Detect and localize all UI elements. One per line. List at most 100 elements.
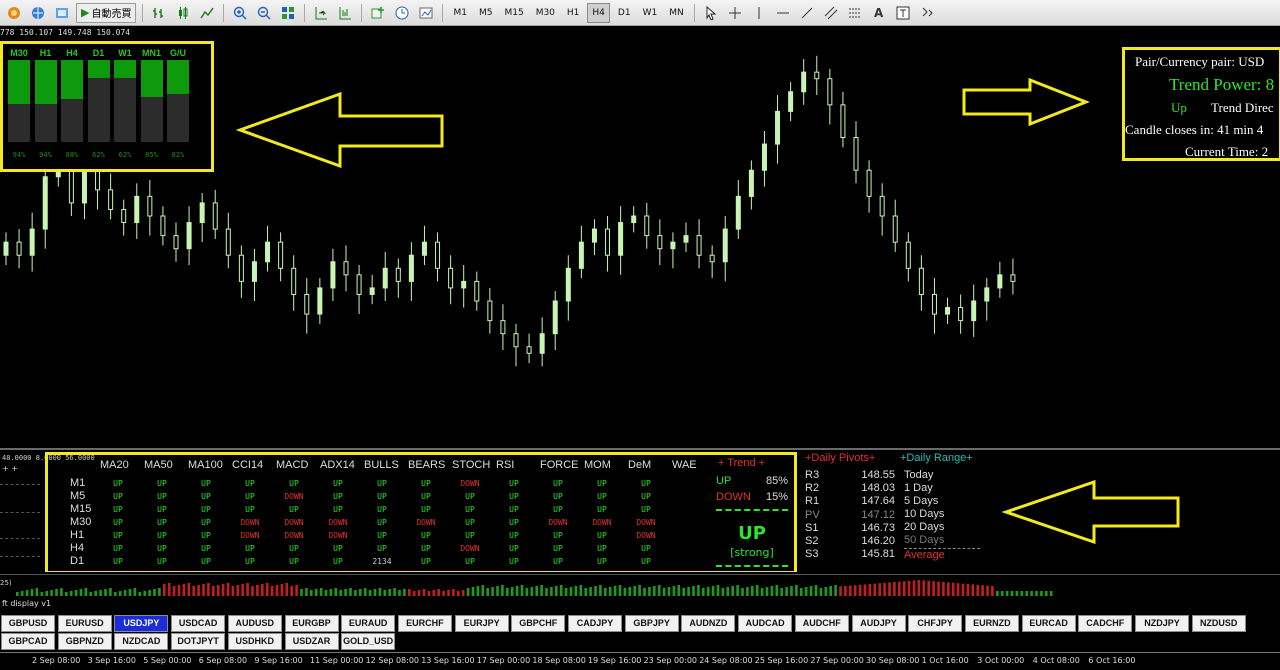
- histogram-bar: [790, 586, 793, 596]
- arrows-icon[interactable]: [917, 3, 937, 23]
- level-line: [0, 556, 40, 557]
- crosshair-icon[interactable]: [725, 3, 745, 23]
- strength-fill: [34, 60, 57, 104]
- histogram-bar: [383, 590, 387, 596]
- channel-icon[interactable]: [821, 3, 841, 23]
- text-icon[interactable]: A: [869, 3, 889, 23]
- histogram-bar: [403, 589, 406, 596]
- bar-chart-icon[interactable]: [149, 3, 169, 23]
- pair-button-eurcad[interactable]: EURCAD: [1021, 615, 1076, 632]
- pair-button-audjpy[interactable]: AUDJPY: [851, 615, 906, 632]
- zoom-out-icon[interactable]: [254, 3, 274, 23]
- terminal-icon[interactable]: [52, 3, 72, 23]
- pair-button-cadjpy[interactable]: CADJPY: [568, 615, 622, 632]
- histogram-bar: [207, 583, 210, 596]
- timeframe-d1[interactable]: D1: [614, 3, 635, 23]
- column-header: CCI14: [232, 459, 264, 471]
- histogram-bar: [937, 581, 940, 596]
- pair-button-nzdusd[interactable]: NZDUSD: [1191, 615, 1246, 632]
- signal-cell: UP: [465, 518, 475, 527]
- pair-button-nzdcad[interactable]: NZDCAD: [114, 633, 169, 650]
- timeframe-m5[interactable]: M5: [475, 3, 497, 23]
- text-label-icon[interactable]: [893, 3, 913, 23]
- pair-button-audchf[interactable]: AUDCHF: [794, 615, 849, 632]
- pair-button-gbpjpy[interactable]: GBPJPY: [624, 615, 679, 632]
- templates-icon[interactable]: [416, 3, 436, 23]
- pair-button-nzdjpy[interactable]: NZDJPY: [1135, 615, 1189, 632]
- histogram-bar: [844, 586, 847, 596]
- pair-button-usdcad[interactable]: USDCAD: [171, 615, 226, 632]
- pivot-value: 145.81: [861, 548, 895, 561]
- pair-button-eurusd[interactable]: EURUSD: [57, 615, 112, 632]
- pivot-row: S1 146.73: [805, 522, 895, 535]
- pair-button-eurgbp[interactable]: EURGBP: [284, 615, 339, 632]
- timeframe-h4[interactable]: H4: [587, 2, 610, 23]
- pair-button-euraud[interactable]: EURAUD: [341, 615, 396, 632]
- signal-cell: UP: [509, 479, 519, 488]
- pair-button-audnzd[interactable]: AUDNZD: [681, 615, 736, 632]
- pair-button-cadchf[interactable]: CADCHF: [1078, 615, 1133, 632]
- histogram-bar: [363, 588, 367, 596]
- histogram-bar: [824, 587, 828, 596]
- pair-button-eurnzd[interactable]: EURNZD: [964, 615, 1019, 632]
- timeframe-m30[interactable]: M30: [532, 3, 559, 23]
- timeframe-mn[interactable]: MN: [665, 3, 688, 23]
- pair-button-gbpusd[interactable]: GBPUSD: [1, 615, 55, 632]
- signal-cell: UP: [597, 505, 607, 514]
- histogram-bar: [20, 591, 24, 596]
- horizontal-line-icon[interactable]: [773, 3, 793, 23]
- pair-button-usdjpy[interactable]: USDJPY: [114, 615, 169, 632]
- line-chart-icon[interactable]: [197, 3, 217, 23]
- histogram-bar: [942, 582, 945, 596]
- signal-cell: UP: [509, 518, 519, 527]
- timeframe-m1[interactable]: M1: [449, 3, 471, 23]
- autoscroll-icon[interactable]: [335, 3, 355, 23]
- chart-shift-icon[interactable]: [311, 3, 331, 23]
- pair-button-audcad[interactable]: AUDCAD: [738, 615, 793, 632]
- pair-button-gbpchf[interactable]: GBPCHF: [511, 615, 566, 632]
- timeframe-h1[interactable]: H1: [563, 3, 584, 23]
- fibonacci-icon[interactable]: [845, 3, 865, 23]
- signal-cell: DOWN: [548, 518, 568, 527]
- histogram-bar: [300, 589, 303, 596]
- pair-button-dotjpyt[interactable]: DOTJPYT: [171, 633, 226, 650]
- histogram-bar: [711, 586, 715, 596]
- vertical-line-icon[interactable]: [749, 3, 769, 23]
- timeframe-m15[interactable]: M15: [500, 3, 527, 23]
- tile-windows-icon[interactable]: [278, 3, 298, 23]
- range-heading: +Daily Range+: [900, 452, 973, 464]
- histogram-bar: [192, 586, 195, 596]
- signal-cell: UP: [289, 544, 299, 553]
- timeframe-w1[interactable]: W1: [639, 3, 662, 23]
- pair-button-usdzar[interactable]: USDZAR: [284, 633, 339, 650]
- candle-body: [958, 307, 964, 322]
- column-header: ADX14: [320, 459, 355, 471]
- pair-button-gold_usd[interactable]: GOLD_USD: [341, 633, 396, 650]
- new-chart-icon[interactable]: [4, 3, 24, 23]
- candle-body: [500, 320, 506, 335]
- periods-icon[interactable]: [392, 3, 412, 23]
- navigator-icon[interactable]: [28, 3, 48, 23]
- histogram-bar: [94, 591, 97, 596]
- histogram-bar: [427, 591, 431, 596]
- pair-button-eurjpy[interactable]: EURJPY: [454, 615, 509, 632]
- histogram-bar: [476, 586, 480, 596]
- signal-cell: 2134: [372, 557, 392, 566]
- cursor-icon[interactable]: [701, 3, 721, 23]
- pair-button-eurchf[interactable]: EURCHF: [397, 615, 452, 632]
- pair-button-chfjpy[interactable]: CHFJPY: [908, 615, 963, 632]
- auto-trading-button[interactable]: ▶ 自動売買: [76, 2, 137, 23]
- time-tick-label: 30 Sep 08:00: [866, 656, 920, 665]
- pair-button-usdhkd[interactable]: USDHKD: [227, 633, 282, 650]
- histogram-bar: [40, 592, 44, 596]
- zoom-in-icon[interactable]: [230, 3, 250, 23]
- pair-button-gbpnzd[interactable]: GBPNZD: [57, 633, 112, 650]
- pair-button-gbpcad[interactable]: GBPCAD: [1, 633, 55, 650]
- indicators-icon[interactable]: [368, 3, 388, 23]
- candle-body: [984, 287, 990, 302]
- trendline-icon[interactable]: [797, 3, 817, 23]
- candlestick-icon[interactable]: [173, 3, 193, 23]
- signal-cell: UP: [113, 505, 123, 514]
- pair-button-audusd[interactable]: AUDUSD: [227, 615, 282, 632]
- price-chart[interactable]: 778 150.107 149.748 150.074 M30 94% H1 94% H…: [0, 26, 1280, 446]
